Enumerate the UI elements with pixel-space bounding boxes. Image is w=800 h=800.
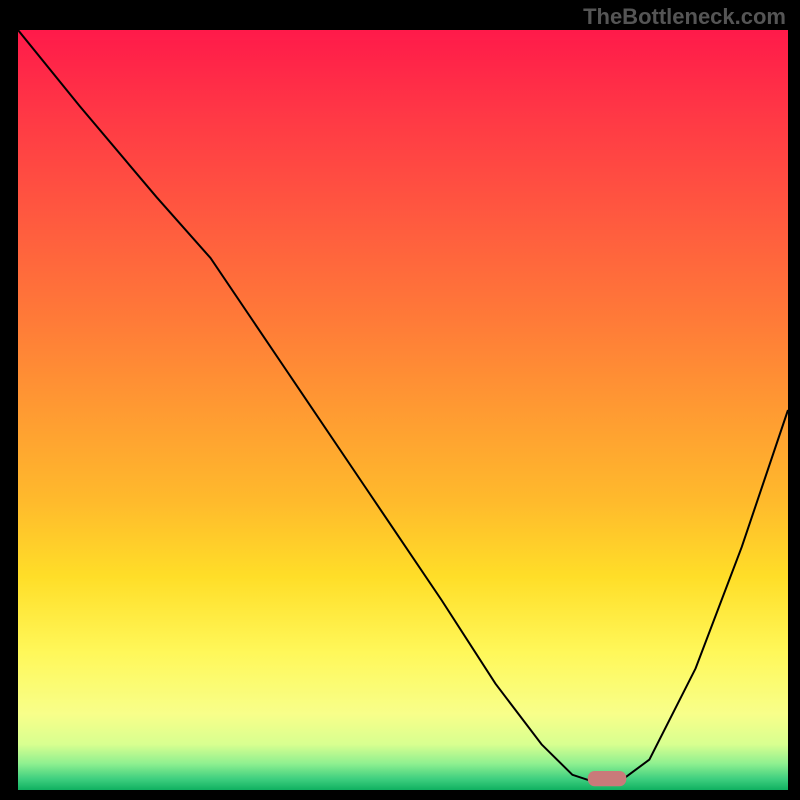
chart-line-layer bbox=[18, 30, 788, 790]
optimum-marker bbox=[588, 771, 627, 786]
plot-area bbox=[18, 30, 788, 790]
bottleneck-curve bbox=[18, 30, 788, 782]
watermark-text: TheBottleneck.com bbox=[583, 4, 786, 30]
